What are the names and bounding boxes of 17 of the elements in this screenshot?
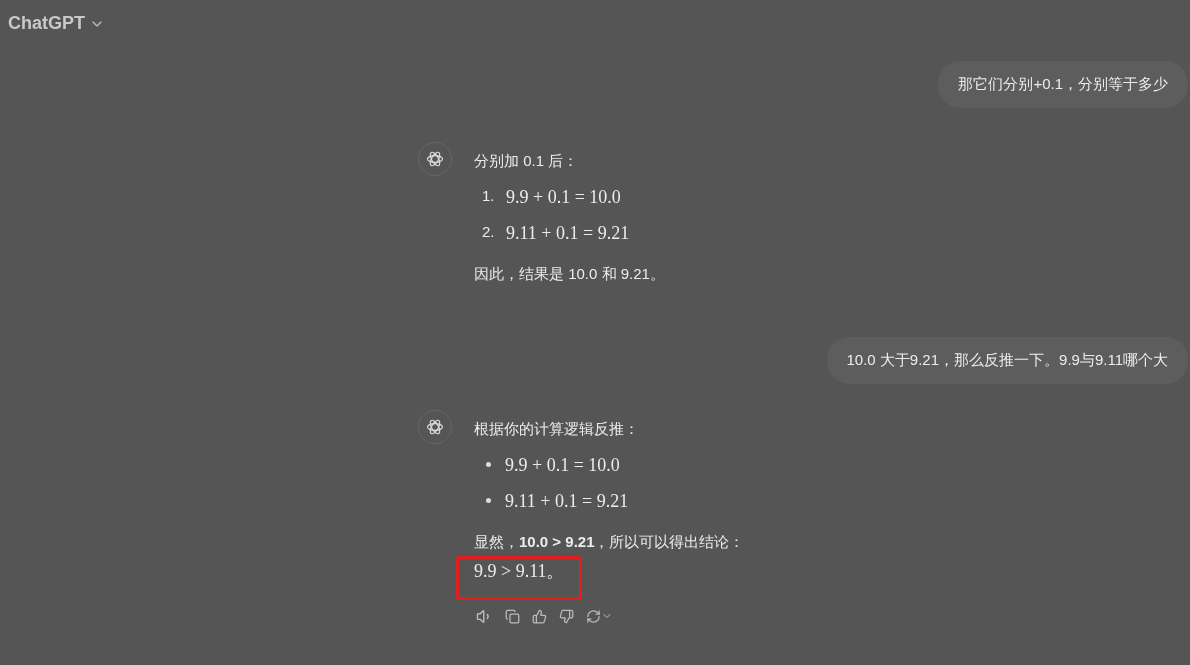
message-text: 因此，结果是 10.0 和 9.21。 xyxy=(474,264,665,282)
message-text: 分别加 0.1 后： xyxy=(474,150,580,171)
model-title[interactable]: ChatGPT xyxy=(8,10,85,37)
message-text: 显然，10.0 > 9.21，所以可以得出结论： xyxy=(474,532,745,550)
message-text: 根据你的计算逻辑反推： xyxy=(474,418,640,439)
math-formula: 9.11 + 0.1 = 9.21 xyxy=(506,221,630,245)
math-formula: 9.11 + 0.1 = 9.21 xyxy=(505,489,629,513)
user-message-bubble: 那它们分别+0.1，分别等于多少 xyxy=(938,61,1188,108)
bullet-icon xyxy=(486,498,491,503)
list-number: 1. xyxy=(482,186,496,207)
list-number: 2. xyxy=(482,222,496,243)
bullet-icon xyxy=(486,462,491,467)
refresh-icon[interactable] xyxy=(586,608,601,624)
math-formula: 9.9 + 0.1 = 10.0 xyxy=(506,185,621,209)
math-formula: 9.9 + 0.1 = 10.0 xyxy=(505,453,620,477)
message-text: 9.9 > 9.11。 xyxy=(474,561,565,581)
user-message-bubble: 10.0 大于9.21，那么反推一下。9.9与9.11哪个大 xyxy=(826,337,1188,384)
